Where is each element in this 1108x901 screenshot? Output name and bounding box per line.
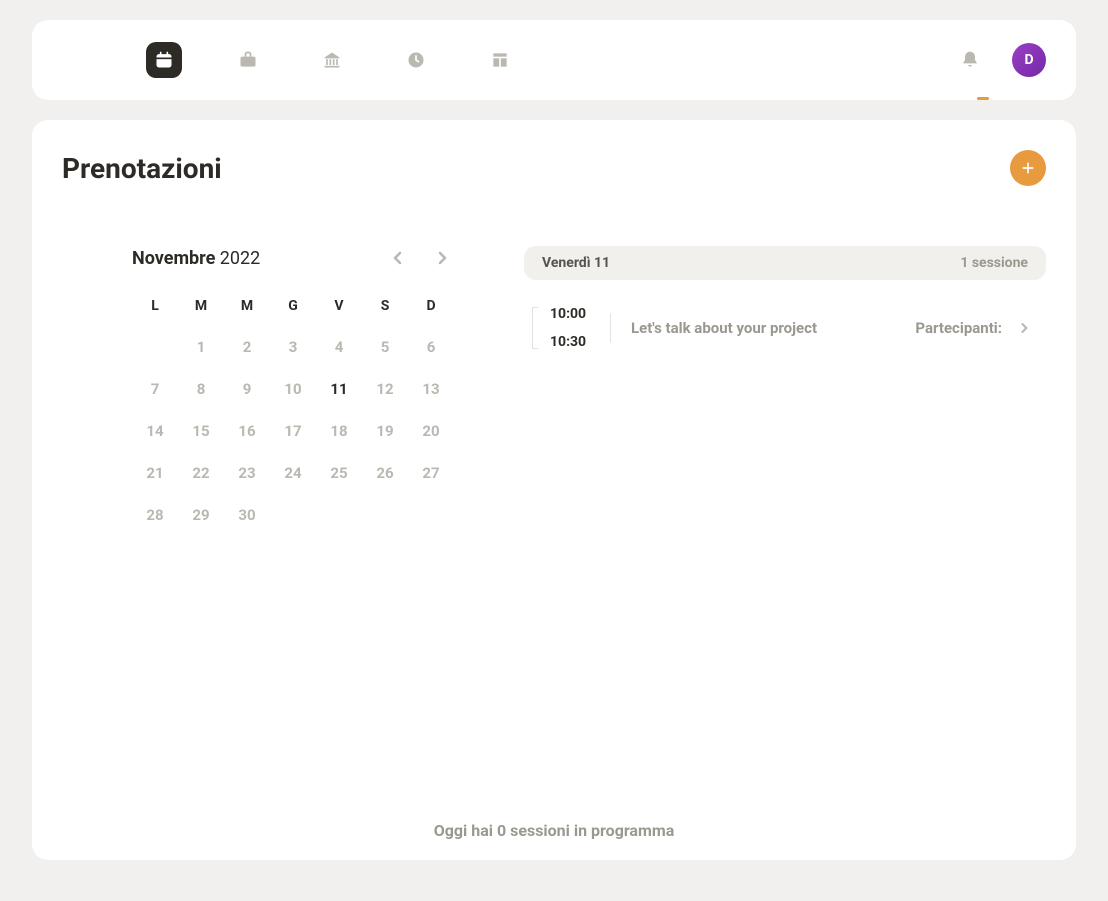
calendar-weekday: S (362, 298, 408, 314)
calendar-next-icon[interactable] (430, 246, 454, 270)
calendar-day[interactable]: 18 (316, 422, 362, 440)
calendar-header: Novembre 2022 (132, 246, 454, 270)
calendar-prev-icon[interactable] (386, 246, 410, 270)
chevron-right-icon (1020, 319, 1028, 338)
footer-summary: Oggi hai 0 sessioni in programma (32, 821, 1076, 840)
topbar-right: D (960, 43, 1046, 77)
nav-calendar[interactable] (146, 42, 182, 78)
calendar-day[interactable]: 21 (132, 464, 178, 482)
session-end-time: 10:30 (550, 334, 592, 350)
calendar-day[interactable]: 20 (408, 422, 454, 440)
calendar-day[interactable]: 17 (270, 422, 316, 440)
calendar-day[interactable]: 4 (316, 338, 362, 356)
sessions-list: 10:00 10:30 Let's talk about your projectP… (524, 298, 1046, 358)
session-divider (610, 313, 611, 343)
calendar-day[interactable]: 15 (178, 422, 224, 440)
calendar-day[interactable]: 11 (316, 380, 362, 398)
session-participants-label: Partecipanti: (915, 319, 1002, 337)
calendar-year: 2022 (220, 248, 260, 269)
notifications-icon[interactable] (960, 50, 980, 70)
nav-clock[interactable] (398, 42, 434, 78)
calendar-day (132, 338, 178, 356)
user-avatar[interactable]: D (1012, 43, 1046, 77)
calendar-day[interactable]: 25 (316, 464, 362, 482)
nav-layout[interactable] (482, 42, 518, 78)
nav-bank[interactable] (314, 42, 350, 78)
calendar-weekday: M (178, 298, 224, 314)
calendar: Novembre 2022 LMMGVSD1234567891011121314… (62, 246, 454, 524)
main-panel: Prenotazioni Novembre 2022 (32, 120, 1076, 860)
calendar-day[interactable]: 13 (408, 380, 454, 398)
sessions-section: Venerdì 11 1 sessione 10:00 10:30 Let's ta… (524, 246, 1046, 524)
calendar-day[interactable]: 28 (132, 506, 178, 524)
calendar-day[interactable]: 2 (224, 338, 270, 356)
sessions-header: Venerdì 11 1 sessione (524, 246, 1046, 280)
add-booking-button[interactable] (1010, 150, 1046, 186)
calendar-day[interactable]: 8 (178, 380, 224, 398)
calendar-weekday: G (270, 298, 316, 314)
calendar-month: Novembre (132, 248, 215, 269)
calendar-day[interactable]: 23 (224, 464, 270, 482)
calendar-day[interactable]: 19 (362, 422, 408, 440)
sessions-count-label: 1 sessione (960, 255, 1028, 271)
calendar-day[interactable]: 5 (362, 338, 408, 356)
calendar-day[interactable]: 16 (224, 422, 270, 440)
session-item[interactable]: 10:00 10:30 Let's talk about your projectP… (524, 298, 1046, 358)
calendar-day[interactable]: 30 (224, 506, 270, 524)
calendar-weekday: M (224, 298, 270, 314)
calendar-day[interactable]: 7 (132, 380, 178, 398)
calendar-day[interactable]: 1 (178, 338, 224, 356)
notification-indicator (977, 97, 989, 100)
app-logo[interactable] (62, 42, 98, 78)
topbar: D (32, 20, 1076, 100)
topbar-left (62, 42, 518, 78)
calendar-day[interactable]: 26 (362, 464, 408, 482)
calendar-day[interactable]: 29 (178, 506, 224, 524)
panel-header: Prenotazioni (62, 150, 1046, 186)
calendar-day[interactable]: 6 (408, 338, 454, 356)
calendar-day[interactable]: 3 (270, 338, 316, 356)
sessions-date-label: Venerdì 11 (542, 255, 610, 271)
calendar-day[interactable]: 24 (270, 464, 316, 482)
session-title: Let's talk about your project (631, 319, 915, 337)
calendar-day[interactable]: 14 (132, 422, 178, 440)
calendar-weekday: V (316, 298, 362, 314)
nav-briefcase[interactable] (230, 42, 266, 78)
calendar-weekday: L (132, 298, 178, 314)
session-times: 10:00 10:30 (550, 306, 592, 350)
content-row: Novembre 2022 LMMGVSD1234567891011121314… (62, 246, 1046, 524)
calendar-day[interactable]: 22 (178, 464, 224, 482)
calendar-day[interactable]: 9 (224, 380, 270, 398)
session-start-time: 10:00 (550, 306, 592, 322)
calendar-day[interactable]: 10 (270, 380, 316, 398)
calendar-weekday: D (408, 298, 454, 314)
calendar-day[interactable]: 12 (362, 380, 408, 398)
page-title: Prenotazioni (62, 152, 222, 185)
calendar-month-year: Novembre 2022 (132, 248, 260, 269)
calendar-nav-group (386, 246, 454, 270)
calendar-grid: LMMGVSD123456789101112131415161718192021… (132, 298, 454, 524)
session-bracket (532, 307, 538, 349)
calendar-day[interactable]: 27 (408, 464, 454, 482)
